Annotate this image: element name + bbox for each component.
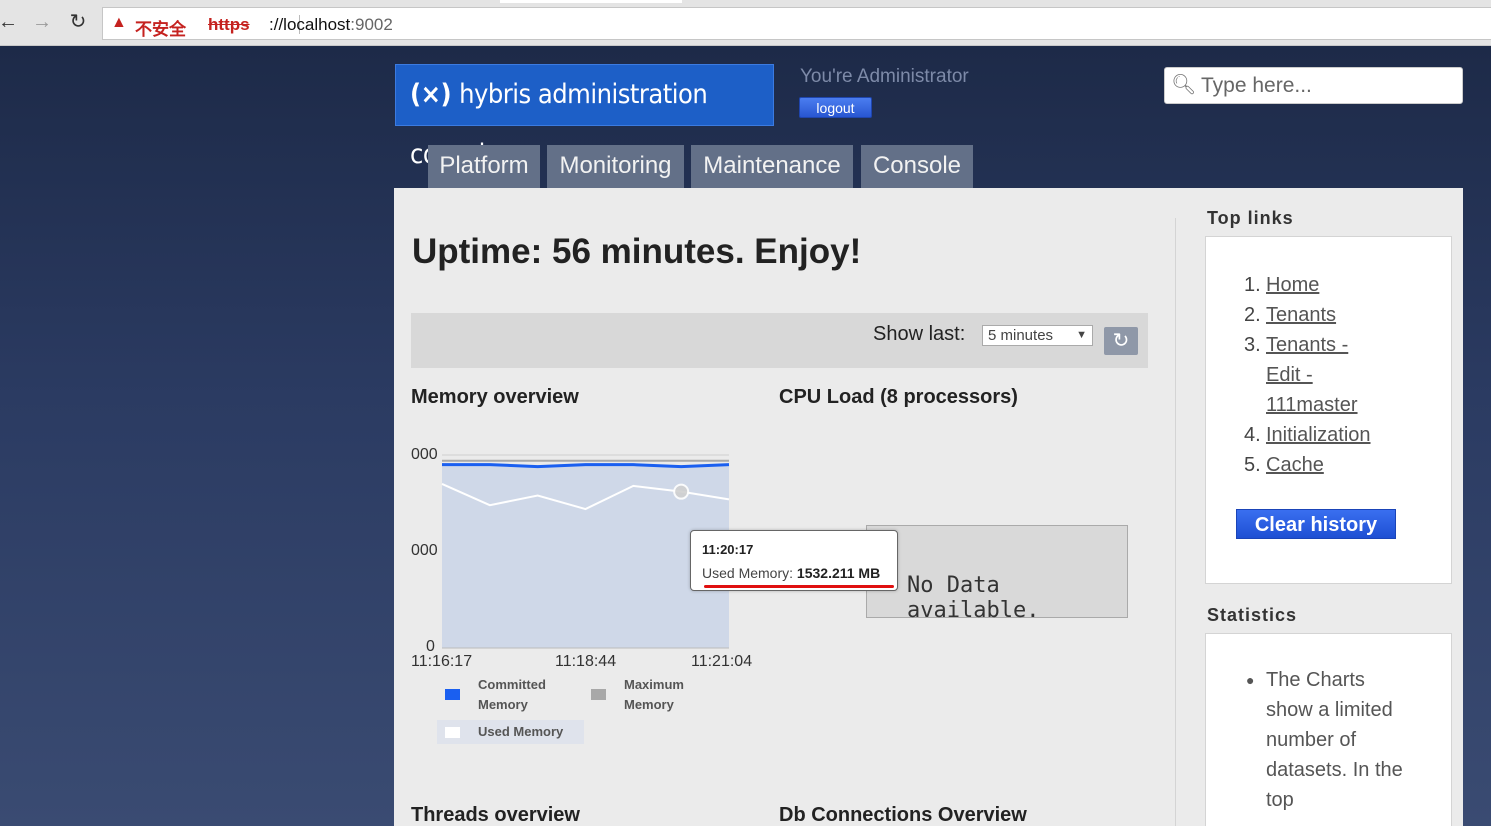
chart-tooltip: 11:20:17 Used Memory: 1532.211 MB	[690, 530, 898, 591]
cpu-no-data-box: No Data available.	[866, 525, 1128, 623]
no-data-text: No Data available.	[907, 573, 1040, 623]
tooltip-row: Used Memory: 1532.211 MB	[702, 565, 880, 581]
link-tenants-edit[interactable]: Tenants - Edit - 111master	[1266, 334, 1358, 416]
link-home[interactable]: Home	[1266, 274, 1319, 296]
content-divider	[1175, 218, 1176, 826]
x-tick-end: 11:21:04	[691, 653, 753, 670]
link-cache[interactable]: Cache	[1266, 454, 1324, 476]
bullet-icon: ●	[1246, 672, 1255, 688]
legend-swatch-maximum	[591, 689, 606, 700]
tooltip-value: 1532.211 MB	[796, 565, 881, 581]
clear-history-button[interactable]: Clear history	[1236, 509, 1396, 539]
list-number: 4.	[1244, 424, 1261, 446]
legend-committed-memory[interactable]: Committed Memory	[478, 675, 568, 715]
memory-plot-area	[441, 454, 730, 649]
statistics-text: The Charts show a limited number of data…	[1266, 669, 1403, 811]
top-links-heading: Top links	[1207, 208, 1294, 228]
x-tick-mid: 11:18:44	[555, 653, 617, 670]
list-number: 5.	[1244, 454, 1261, 476]
tooltip-label: Used Memory:	[702, 565, 794, 581]
hover-point	[673, 483, 690, 500]
list-item: 1. Home	[1244, 270, 1384, 300]
x-tick-start: 11:16:17	[411, 653, 473, 670]
top-links-list: 1. Home 2. Tenants 3. Tenants - Edit - 111m…	[1244, 270, 1384, 480]
list-number: 2.	[1244, 304, 1261, 326]
legend-maximum-memory[interactable]: Maximum Memory	[624, 675, 704, 715]
list-item: 5. Cache	[1244, 450, 1384, 480]
tooltip-time: 11:20:17	[702, 542, 754, 557]
legend-used-memory[interactable]: Used Memory	[478, 722, 578, 742]
list-item: 4. Initialization	[1244, 420, 1384, 450]
link-tenants[interactable]: Tenants	[1266, 304, 1336, 326]
legend-swatch-committed	[445, 689, 460, 700]
red-underline-annotation	[704, 585, 894, 588]
statistics-heading: Statistics	[1207, 605, 1298, 625]
list-item: 2. Tenants	[1244, 300, 1384, 330]
legend-swatch-used	[445, 727, 460, 738]
link-initialization[interactable]: Initialization	[1266, 424, 1371, 446]
list-number: 3.	[1244, 334, 1261, 356]
list-number: 1.	[1244, 274, 1261, 296]
list-item: 3. Tenants - Edit - 111master	[1244, 330, 1384, 420]
